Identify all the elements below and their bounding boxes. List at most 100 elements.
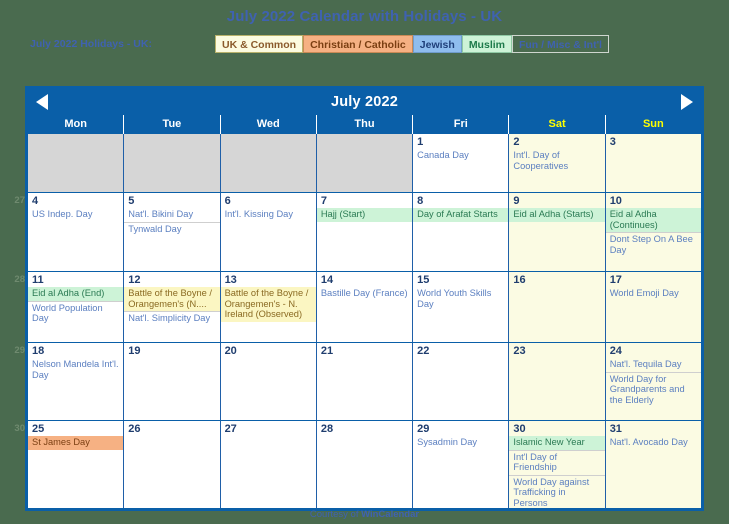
- holiday-event[interactable]: Nat'l. Tequila Day: [606, 358, 701, 372]
- weekday-mon: Mon: [64, 118, 87, 130]
- calendar-day-cell[interactable]: 28: [315, 421, 413, 508]
- holiday-event[interactable]: Canada Day: [413, 149, 508, 163]
- legend-chip-fun[interactable]: Fun / Misc & Int'l: [511, 35, 609, 53]
- holiday-event[interactable]: Eid al Adha (Starts): [509, 208, 605, 222]
- holiday-event[interactable]: Nat'l. Simplicity Day: [124, 311, 220, 326]
- day-events: Islamic New Year Int'l Day of Friendship W…: [509, 436, 605, 508]
- legend-chip-uk[interactable]: UK & Common: [215, 35, 304, 53]
- weekday-sat: Sat: [508, 115, 604, 134]
- weekday-header-row: Mon Tue Wed Thu Fri Sat Sun: [28, 115, 701, 134]
- calendar-day-cell[interactable]: 17 World Emoji Day: [604, 272, 701, 342]
- holiday-event[interactable]: World Day for Grandparents and the Elder…: [605, 371, 701, 408]
- weekday-fri: Fri: [412, 115, 508, 134]
- day-number: 29: [417, 423, 430, 435]
- day-number: 28: [320, 423, 334, 435]
- day-number: 4: [32, 195, 39, 207]
- holiday-event[interactable]: Hajj (Start): [316, 208, 413, 222]
- calendar-day-cell[interactable]: 18 Nelson Mandela Int'l. Day: [28, 343, 124, 420]
- holiday-event[interactable]: Tynwald Day: [124, 221, 220, 237]
- holiday-event[interactable]: Eid al Adha (End): [28, 287, 124, 301]
- holiday-event[interactable]: World Population Day: [28, 300, 124, 326]
- holiday-event[interactable]: Sysadmin Day: [413, 436, 508, 450]
- calendar-day-cell[interactable]: 23: [508, 343, 605, 420]
- holiday-event[interactable]: Islamic New Year: [509, 436, 605, 450]
- holiday-event[interactable]: St James Day: [28, 436, 124, 450]
- holiday-event[interactable]: World Emoji Day: [606, 287, 701, 301]
- day-number: 18: [32, 345, 45, 357]
- calendar-cell-empty: [123, 134, 220, 192]
- holiday-event[interactable]: Nat'l. Bikini Day: [124, 208, 219, 222]
- calendar-day-cell[interactable]: 8 Day of Arafat Starts: [412, 193, 509, 271]
- holiday-event[interactable]: World Day against Trafficking in Persons: [509, 474, 605, 508]
- footer-brand[interactable]: WinCalendar: [361, 509, 419, 520]
- day-events: World Emoji Day: [606, 287, 701, 301]
- day-events: World Youth Skills Day: [413, 287, 508, 311]
- day-events: Nelson Mandela Int'l. Day: [28, 358, 123, 382]
- day-number: 27: [224, 423, 237, 435]
- day-number: 10: [609, 195, 622, 207]
- holiday-event[interactable]: Eid al Adha (Continues): [605, 208, 701, 233]
- calendar-day-cell[interactable]: 9 Eid al Adha (Starts): [508, 193, 605, 271]
- legend-chip-muslim[interactable]: Muslim: [461, 35, 512, 53]
- holiday-event[interactable]: Int'l. Kissing Day: [221, 208, 316, 222]
- next-month-arrow-icon[interactable]: [681, 94, 693, 110]
- calendar-day-cell[interactable]: 4 US Indep. Day: [28, 193, 124, 271]
- calendar-day-cell[interactable]: 2 Int'l. Day of Cooperatives: [508, 134, 605, 192]
- calendar-day-cell[interactable]: 27: [219, 421, 316, 508]
- day-number: 12: [128, 274, 141, 286]
- footer-prefix: Courtesy of: [309, 509, 362, 520]
- calendar-day-cell[interactable]: 30 Islamic New Year Int'l Day of Friendshi…: [508, 421, 605, 508]
- calendar-day-cell[interactable]: 19: [123, 343, 220, 420]
- day-number: 6: [224, 195, 231, 207]
- day-number: 16: [513, 274, 526, 286]
- calendar-day-cell[interactable]: 16: [508, 272, 605, 342]
- holiday-event[interactable]: Int'l. Day of Cooperatives: [509, 149, 604, 173]
- calendar-day-cell[interactable]: 5 Nat'l. Bikini Day Tynwald Day: [123, 193, 220, 271]
- day-number: 3: [609, 136, 616, 148]
- calendar-day-cell[interactable]: 10 Eid al Adha (Continues) Dont Step On A …: [604, 193, 701, 271]
- day-number: 20: [224, 345, 237, 357]
- calendar-table: July 2022 Mon Tue Wed Thu Fri Sat Sun 1C…: [25, 86, 704, 511]
- calendar-day-cell[interactable]: 29 Sysadmin Day: [412, 421, 509, 508]
- page-title: July 2022 Calendar with Holidays - UK: [226, 8, 503, 25]
- holiday-event[interactable]: Bastille Day (France): [317, 287, 412, 301]
- calendar-day-cell[interactable]: 12 Battle of the Boyne / Orangemen's (N..…: [123, 272, 220, 342]
- calendar-day-cell[interactable]: 20: [219, 343, 316, 420]
- calendar-day-cell[interactable]: 15 World Youth Skills Day: [412, 272, 509, 342]
- calendar-day-cell[interactable]: 7 Hajj (Start): [315, 193, 413, 271]
- holiday-event[interactable]: Nelson Mandela Int'l. Day: [28, 358, 123, 382]
- holiday-event[interactable]: Battle of the Boyne / Orangemen's - N. I…: [220, 287, 316, 322]
- calendar-day-cell[interactable]: 25 St James Day: [28, 421, 124, 508]
- calendar-day-cell[interactable]: 26: [123, 421, 220, 508]
- calendar-day-cell[interactable]: 11 Eid al Adha (End) World Population Day: [28, 272, 124, 342]
- legend-chip-christian[interactable]: Christian / Catholic: [303, 35, 413, 53]
- holiday-event[interactable]: Dont Step On A Bee Day: [605, 232, 701, 257]
- calendar-day-cell[interactable]: 31 Nat'l. Avocado Day: [604, 421, 701, 508]
- holiday-event[interactable]: Nat'l. Avocado Day: [606, 436, 701, 450]
- calendar-day-cell[interactable]: 22: [412, 343, 509, 420]
- calendar-day-cell[interactable]: 3: [604, 134, 701, 192]
- calendar-day-cell[interactable]: 21: [315, 343, 413, 420]
- holiday-event[interactable]: Day of Arafat Starts: [413, 208, 509, 222]
- day-events: Eid al Adha (Continues) Dont Step On A Be…: [605, 208, 701, 257]
- calendar-day-cell[interactable]: 13 Battle of the Boyne / Orangemen's - N.…: [219, 272, 316, 342]
- day-number: 19: [128, 345, 141, 357]
- legend-chip-jewish[interactable]: Jewish: [412, 35, 462, 53]
- day-number: 2: [513, 136, 520, 148]
- day-number: 22: [417, 345, 430, 357]
- holiday-event[interactable]: World Youth Skills Day: [413, 287, 508, 311]
- holiday-event[interactable]: Int'l Day of Friendship: [509, 449, 605, 475]
- day-events: US Indep. Day: [28, 208, 123, 222]
- day-number: 11: [32, 274, 44, 286]
- calendar-day-cell[interactable]: 24 Nat'l. Tequila Day World Day for Grandp…: [604, 343, 701, 420]
- legend-chips: UK & Common Christian / Catholic Jewish …: [215, 35, 609, 53]
- day-events: Day of Arafat Starts: [413, 208, 509, 222]
- holiday-event[interactable]: US Indep. Day: [28, 208, 123, 222]
- calendar-day-cell[interactable]: 14 Bastille Day (France): [315, 272, 413, 342]
- day-events: Battle of the Boyne / Orangemen's (N....…: [124, 287, 220, 326]
- calendar-day-cell[interactable]: 6 Int'l. Kissing Day: [219, 193, 316, 271]
- day-number: 26: [128, 423, 141, 435]
- calendar-day-cell[interactable]: 1 Canada Day: [412, 134, 509, 192]
- prev-month-arrow-icon[interactable]: [36, 94, 48, 110]
- holiday-event[interactable]: Battle of the Boyne / Orangemen's (N....: [124, 287, 220, 312]
